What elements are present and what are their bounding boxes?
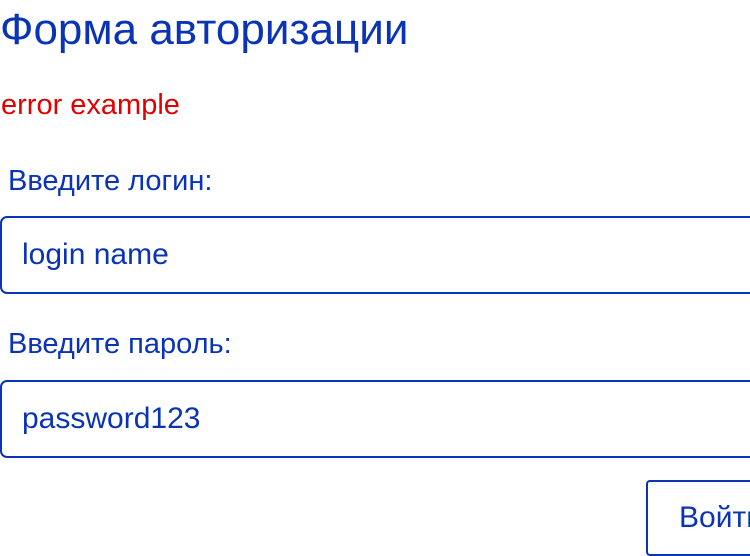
form-title: Форма авторизации [0, 5, 409, 54]
auth-form-page: Форма авторизации error example Введите … [0, 0, 750, 556]
password-input[interactable] [0, 380, 750, 458]
submit-button[interactable]: Войти [646, 480, 750, 556]
error-message: error example [1, 89, 180, 121]
login-label: Введите логин: [8, 165, 213, 197]
login-input[interactable] [0, 216, 750, 294]
password-label: Введите пароль: [8, 328, 232, 360]
